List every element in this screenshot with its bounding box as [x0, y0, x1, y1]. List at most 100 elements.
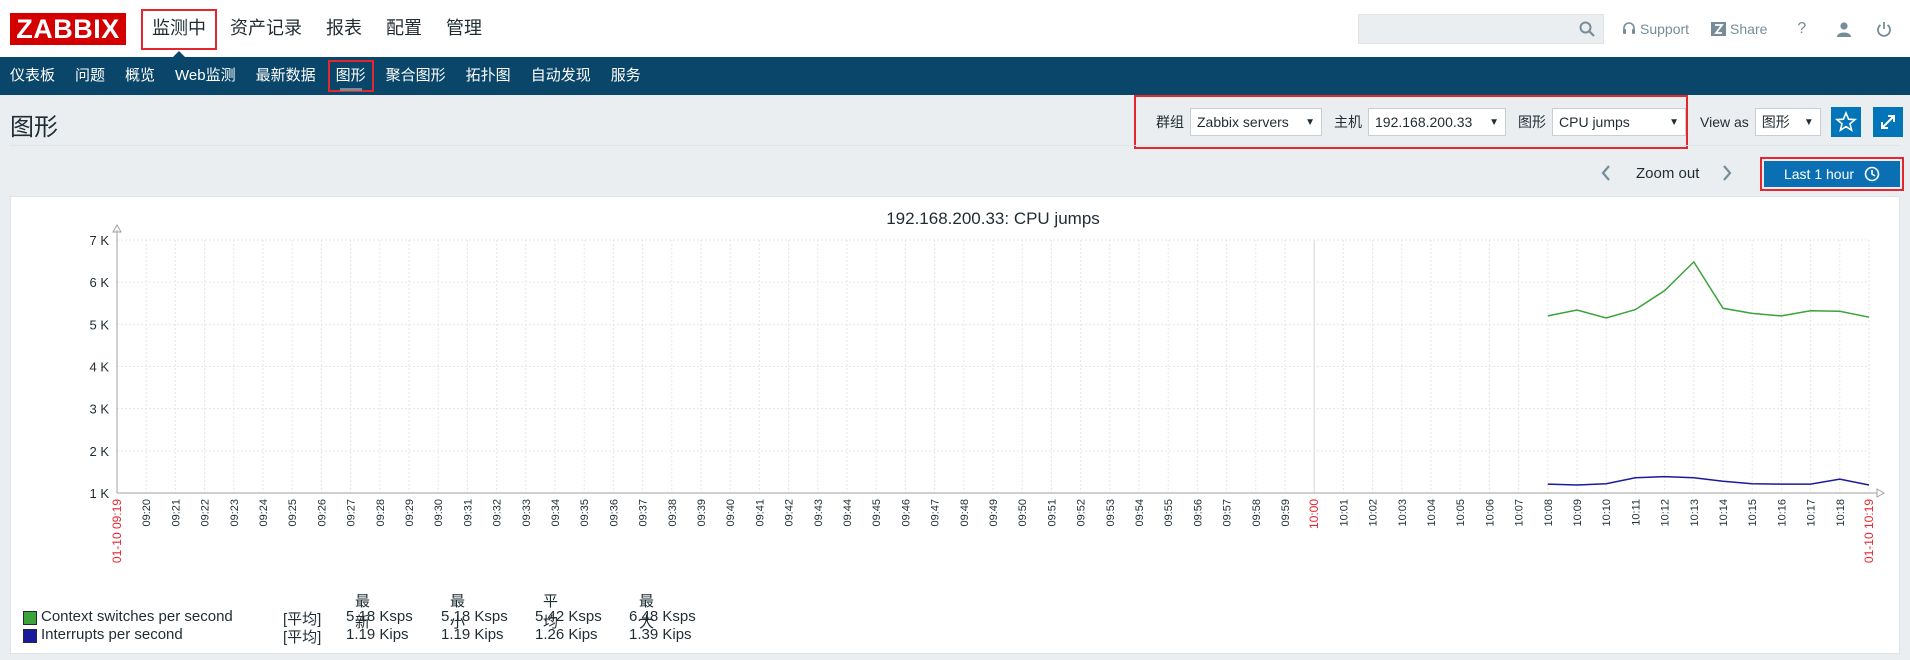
chevron-right-icon[interactable] — [1721, 164, 1733, 182]
chart-title: 192.168.200.33: CPU jumps — [886, 209, 1100, 228]
host-select-value: 192.168.200.33 — [1375, 114, 1473, 130]
dropdown-arrow-icon: ▼ — [1489, 116, 1499, 128]
legend-series-max: 6.48 Ksps — [629, 608, 696, 625]
sub-menu-services[interactable]: 服务 — [601, 57, 651, 95]
support-label: Support — [1640, 20, 1690, 37]
y-tick-label: 2 K — [89, 444, 109, 459]
time-range-button[interactable]: Last 1 hour — [1760, 157, 1904, 191]
view-as-select[interactable]: 图形 ▼ — [1754, 108, 1821, 136]
series-interrupts — [1547, 475, 1870, 486]
graph-select[interactable]: CPU jumps ▼ — [1552, 108, 1686, 136]
y-tick-label: 7 K — [89, 233, 109, 248]
x-tick-label: 09:50 — [1017, 499, 1029, 527]
top-links: Support Share ? — [1622, 0, 1892, 57]
dropdown-arrow-icon: ▼ — [1669, 116, 1679, 128]
x-tick-label: 09:39 — [696, 499, 708, 527]
sign-out-link[interactable] — [1876, 21, 1892, 37]
legend-series-min: 5.18 Ksps — [441, 608, 508, 625]
x-tick-label: 09:56 — [1192, 499, 1204, 527]
x-tick-label: 09:24 — [258, 499, 270, 527]
y-tick-label: 3 K — [89, 402, 109, 417]
x-tick-label: 09:25 — [287, 499, 299, 527]
sub-menu-latest-data[interactable]: 最新数据 — [246, 57, 326, 95]
x-tick-label: 09:34 — [550, 499, 562, 527]
star-icon — [1834, 110, 1858, 132]
x-tick-label: 09:37 — [638, 499, 650, 527]
x-start-label: 01-10 09:19 — [110, 499, 124, 563]
legend-row-interrupts: Interrupts per second [平均] 1.19 Kips 1.1… — [23, 626, 723, 646]
x-tick-label: 10:10 — [1601, 499, 1613, 527]
help-link[interactable]: ? — [1797, 20, 1806, 38]
group-select-value: Zabbix servers — [1197, 114, 1289, 130]
time-range-inner: Last 1 hour — [1764, 161, 1900, 187]
legend-color-swatch — [23, 611, 37, 625]
y-tick-label: 5 K — [89, 317, 109, 332]
graph-filter: 群组 Zabbix servers ▼ 主机 192.168.200.33 ▼ … — [1134, 95, 1688, 149]
sub-menu-dashboard[interactable]: 仪表板 — [0, 57, 65, 95]
legend-series-avg: 1.26 Kips — [535, 626, 598, 643]
top-menu-inventory[interactable]: 资产记录 — [218, 0, 314, 57]
sub-menu-web[interactable]: Web监测 — [165, 57, 246, 95]
x-tick-label: 09:20 — [141, 499, 153, 527]
x-tick-label: 10:01 — [1338, 499, 1350, 527]
top-bar: ZABBIX 监测中 资产记录 报表 配置 管理 Support Share ? — [0, 0, 1910, 58]
top-menu-monitoring[interactable]: 监测中 — [140, 0, 218, 58]
group-select[interactable]: Zabbix servers ▼ — [1190, 108, 1322, 136]
x-tick-label: 09:38 — [667, 499, 679, 527]
legend-series-avg: 5.42 Ksps — [535, 608, 602, 625]
chevron-left-icon[interactable] — [1600, 164, 1612, 182]
x-tick-label: 09:45 — [871, 499, 883, 527]
fullscreen-button[interactable] — [1873, 107, 1903, 137]
x-tick-label: 09:27 — [346, 499, 358, 527]
page-title: 图形 — [10, 114, 58, 141]
sub-menu-graphs[interactable]: 图形 — [326, 57, 376, 95]
search-input[interactable] — [1358, 14, 1604, 44]
fullscreen-icon — [1881, 115, 1895, 129]
x-tick-label: 09:52 — [1076, 499, 1088, 527]
sub-menu-maps[interactable]: 拓扑图 — [456, 57, 521, 95]
top-menu-configuration[interactable]: 配置 — [374, 0, 434, 57]
x-tick-label: 09:54 — [1134, 499, 1146, 527]
host-label: 主机 — [1334, 114, 1362, 130]
zoom-out-button[interactable]: Zoom out — [1636, 165, 1699, 182]
cpu-jumps-chart[interactable]: 192.168.200.33: CPU jumps 7 K 6 K 5 K 4 K 3 K… — [11, 197, 1899, 653]
x-tick-label: 09:57 — [1222, 499, 1234, 527]
x-tick-label: 10:02 — [1368, 499, 1380, 527]
y-tick-label: 4 K — [89, 360, 109, 375]
top-menu-administration[interactable]: 管理 — [434, 0, 494, 57]
zabbix-share-icon — [1711, 21, 1727, 36]
search-icon[interactable] — [1579, 21, 1595, 37]
x-tick-label: 09:51 — [1046, 499, 1058, 527]
group-label: 群组 — [1156, 114, 1184, 130]
sub-menu-overview[interactable]: 概览 — [115, 57, 165, 95]
sub-menu-problems[interactable]: 问题 — [65, 57, 115, 95]
zabbix-logo[interactable]: ZABBIX — [10, 13, 126, 45]
legend-series-name: Context switches per second — [41, 608, 233, 625]
x-tick-label: 09:23 — [229, 499, 241, 527]
x-mid-label: 10:00 — [1307, 499, 1321, 529]
sub-menu-discovery[interactable]: 自动发现 — [521, 57, 601, 95]
x-tick-label: 10:16 — [1776, 499, 1788, 527]
x-tick-label: 09:58 — [1251, 499, 1263, 527]
user-profile-link[interactable] — [1836, 21, 1852, 37]
x-tick-label: 09:43 — [813, 499, 825, 527]
sub-menu: 仪表板 问题 概览 Web监测 最新数据 图形 聚合图形 拓扑图 自动发现 服务 — [0, 57, 1910, 95]
x-tick-label: 10:13 — [1689, 499, 1701, 527]
graph-label: 图形 — [1518, 114, 1546, 130]
x-tick-label: 09:48 — [959, 499, 971, 527]
x-tick-label: 09:21 — [170, 499, 182, 527]
support-link[interactable]: Support — [1622, 21, 1689, 37]
power-icon — [1877, 21, 1892, 37]
x-tick-label: 09:22 — [200, 499, 212, 527]
x-tick-label: 09:30 — [433, 499, 445, 527]
sub-menu-bar: 仪表板 问题 概览 Web监测 最新数据 图形 聚合图形 拓扑图 自动发现 服务 — [0, 57, 1910, 95]
top-menu-reports[interactable]: 报表 — [314, 0, 374, 57]
share-link[interactable]: Share — [1711, 21, 1767, 37]
legend-series-min: 1.19 Kips — [441, 626, 504, 643]
favorite-button[interactable] — [1831, 107, 1861, 137]
x-tick-label: 10:03 — [1397, 499, 1409, 527]
host-select[interactable]: 192.168.200.33 ▼ — [1368, 108, 1506, 136]
headset-icon — [1623, 21, 1635, 34]
sub-menu-screens[interactable]: 聚合图形 — [376, 57, 456, 95]
x-tick-label: 10:18 — [1835, 499, 1847, 527]
